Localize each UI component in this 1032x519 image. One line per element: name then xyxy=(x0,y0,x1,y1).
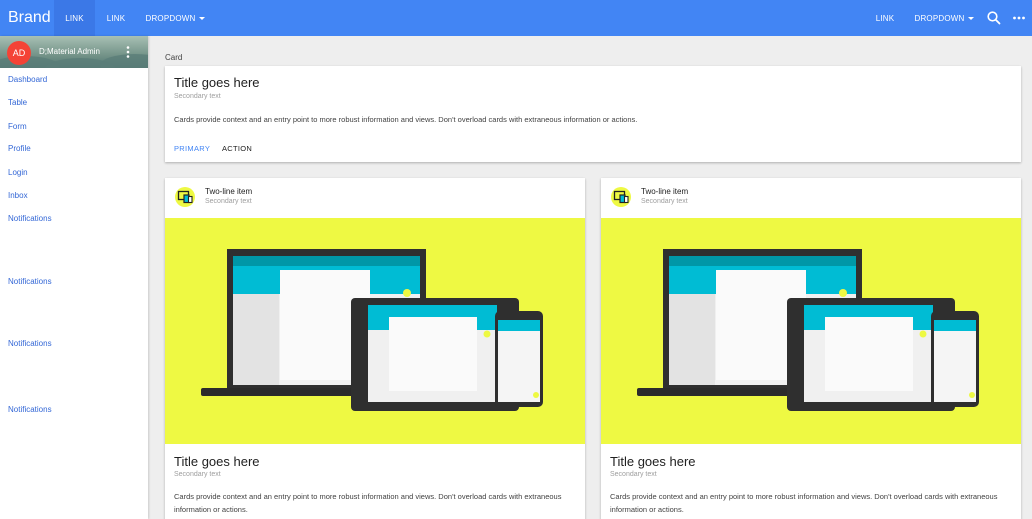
nav-dropdown-label: DROPDOWN xyxy=(145,13,196,23)
caret-down-icon xyxy=(198,16,205,20)
card-title: Title goes here xyxy=(174,454,260,469)
sidebar-item-form[interactable]: Form xyxy=(8,122,27,132)
card-text: Cards provide context and an entry point… xyxy=(610,492,998,501)
sidebar-header: AD D;Material Admin xyxy=(0,36,148,68)
nav-link-label: LINK xyxy=(875,13,895,23)
devices-icon xyxy=(611,187,631,207)
more-vert-icon[interactable] xyxy=(124,45,132,59)
media-image xyxy=(165,218,585,444)
card-text: information or actions. xyxy=(174,505,248,514)
nav-dropdown-label: DROPDOWN xyxy=(914,13,965,23)
more-horiz-icon[interactable] xyxy=(1010,9,1028,27)
nav-link-label: LINK xyxy=(65,13,84,23)
card-title: Title goes here xyxy=(610,454,696,469)
sidebar-item-login[interactable]: Login xyxy=(8,168,28,178)
media-image xyxy=(601,218,1021,444)
top-app-bar: Brand LINK LINK DROPDOWN LINK DROPDOWN xyxy=(0,0,1032,36)
card-text: Cards provide context and an entry point… xyxy=(174,492,562,501)
media-card: Two-line item Secondary text Title goes … xyxy=(165,178,585,519)
sidebar-item-profile[interactable]: Profile xyxy=(8,144,31,154)
card-subtitle: Secondary text xyxy=(174,471,221,478)
avatar[interactable]: AD xyxy=(7,41,31,65)
media-card: Two-line item Secondary text Title goes … xyxy=(601,178,1021,519)
admin-name: D;Material Admin xyxy=(39,47,100,56)
nav-link-label: LINK xyxy=(106,13,126,23)
card-subtitle: Secondary text xyxy=(174,93,221,100)
card-text: Cards provide context and an entry point… xyxy=(174,115,638,124)
sidebar-item-inbox[interactable]: Inbox xyxy=(8,191,28,201)
text-card: Title goes here Secondary text Cards pro… xyxy=(165,66,1021,162)
nav-dropdown[interactable]: DROPDOWN xyxy=(140,0,210,36)
sidebar-item-notifications[interactable]: Notifications xyxy=(8,214,52,224)
avatar-initials: AD xyxy=(12,48,26,58)
sidebar-item-notifications[interactable]: Notifications xyxy=(8,339,52,349)
devices-illustration xyxy=(201,249,543,411)
section-title: Card xyxy=(165,53,183,62)
sidebar-item-table[interactable]: Table xyxy=(8,98,27,108)
nav-right-link[interactable]: LINK xyxy=(866,0,904,36)
list-item-title: Two-line item xyxy=(205,187,253,196)
search-icon[interactable] xyxy=(985,9,1003,27)
list-item-subtitle: Secondary text xyxy=(205,198,252,205)
nav-right-dropdown[interactable]: DROPDOWN xyxy=(909,0,979,36)
caret-down-icon xyxy=(967,16,974,20)
sidebar-item-notifications[interactable]: Notifications xyxy=(8,277,52,287)
sidebar-item-dashboard[interactable]: Dashboard xyxy=(8,75,47,85)
card-text: information or actions. xyxy=(610,505,684,514)
card-subtitle: Secondary text xyxy=(610,471,657,478)
list-item-subtitle: Secondary text xyxy=(641,198,688,205)
card-title: Title goes here xyxy=(174,75,260,90)
primary-button[interactable]: PRIMARY xyxy=(174,144,210,153)
nav-link-active[interactable]: LINK xyxy=(54,0,95,36)
nav-link[interactable]: LINK xyxy=(95,0,137,36)
sidebar-item-notifications[interactable]: Notifications xyxy=(8,405,52,415)
brand-logo[interactable]: Brand xyxy=(8,8,51,28)
devices-illustration xyxy=(637,249,979,411)
devices-icon xyxy=(175,187,195,207)
sidebar: AD D;Material Admin Dashboard Table Form… xyxy=(0,36,148,519)
action-button[interactable]: ACTION xyxy=(222,144,252,153)
list-item-title: Two-line item xyxy=(641,187,689,196)
